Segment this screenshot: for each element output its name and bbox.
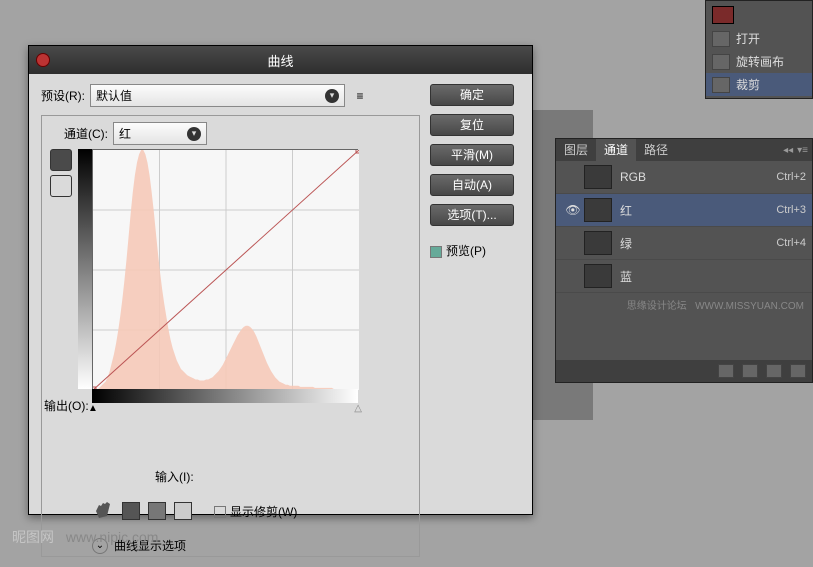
reset-button[interactable]: 复位	[430, 114, 514, 136]
channel-row[interactable]: RGB Ctrl+2	[556, 161, 812, 194]
document-thumbnail	[712, 6, 734, 24]
watermark: 昵图网 www.nipic.com	[12, 527, 158, 547]
watermark-url: www.nipic.com	[66, 529, 159, 545]
channels-panel: 图层 通道 路径 ◂◂ ▾≡ RGB Ctrl+2 👁 红 Ctrl+3 绿 C…	[555, 138, 813, 383]
channel-row[interactable]: 👁 红 Ctrl+3	[556, 194, 812, 227]
dialog-title: 曲线	[267, 51, 293, 70]
channel-thumbnail	[584, 198, 612, 222]
channel-value: 红	[119, 125, 131, 142]
show-clip-label: 显示修剪(W)	[230, 505, 297, 519]
curve-canvas[interactable]	[93, 150, 359, 390]
chevron-down-icon: ▾	[187, 127, 201, 141]
history-item[interactable]: 打开	[706, 27, 812, 50]
history-item[interactable]: 裁剪	[706, 73, 812, 96]
channel-name: 蓝	[620, 268, 806, 285]
history-item[interactable]: 旋转画布	[706, 50, 812, 73]
channel-row[interactable]: 绿 Ctrl+4	[556, 227, 812, 260]
panel-footer	[556, 360, 812, 382]
options-button[interactable]: 选项(T)...	[430, 204, 514, 226]
visibility-toggle[interactable]: 👁	[562, 203, 584, 217]
show-clip-checkbox[interactable]	[214, 506, 226, 518]
history-thumb-row[interactable]	[706, 3, 812, 27]
auto-button[interactable]: 自动(A)	[430, 174, 514, 196]
channel-thumbnail	[584, 165, 612, 189]
input-label: 输入(I):	[155, 468, 194, 485]
history-label: 打开	[736, 30, 760, 47]
channel-label: 通道(C):	[64, 125, 108, 142]
collapse-icon[interactable]: ◂◂	[783, 145, 793, 156]
curves-dialog: 曲线 预设(R): 默认值 ▾ ≡ 通道(C): 红 ▾	[28, 45, 533, 515]
close-button[interactable]	[36, 53, 50, 67]
preview-checkbox[interactable]	[430, 246, 442, 258]
curve-graph[interactable]: ▲ △	[78, 149, 358, 389]
history-label: 旋转画布	[736, 53, 784, 70]
panel-menu-icon[interactable]: ▾≡	[797, 145, 808, 156]
delete-channel-icon[interactable]	[790, 364, 806, 378]
preset-menu-icon[interactable]: ≡	[351, 87, 369, 105]
preset-select[interactable]: 默认值 ▾	[90, 84, 345, 107]
brand-text: 思缘设计论坛 WWW.MISSYUAN.COM	[556, 293, 812, 316]
ok-button[interactable]: 确定	[430, 84, 514, 106]
black-point-handle[interactable]: ▲	[88, 403, 98, 414]
tab-paths[interactable]: 路径	[636, 139, 676, 161]
preview-label: 预览(P)	[446, 244, 486, 258]
black-eyedropper-icon[interactable]	[122, 502, 140, 520]
open-icon	[712, 31, 730, 47]
channel-select[interactable]: 红 ▾	[113, 122, 207, 145]
load-selection-icon[interactable]	[718, 364, 734, 378]
channel-name: 红	[620, 202, 776, 219]
tab-channels[interactable]: 通道	[596, 139, 636, 161]
hand-icon[interactable]	[90, 499, 114, 523]
preset-label: 预设(R):	[41, 87, 85, 104]
preset-value: 默认值	[96, 87, 132, 104]
history-label: 裁剪	[736, 76, 760, 93]
dialog-titlebar[interactable]: 曲线	[29, 46, 532, 74]
tab-layers[interactable]: 图层	[556, 139, 596, 161]
panel-tabs: 图层 通道 路径 ◂◂ ▾≡	[556, 139, 812, 161]
channel-name: RGB	[620, 170, 776, 184]
white-point-handle[interactable]: △	[354, 403, 362, 414]
chevron-down-icon: ▾	[325, 89, 339, 103]
save-selection-icon[interactable]	[742, 364, 758, 378]
smooth-button[interactable]: 平滑(M)	[430, 144, 514, 166]
draw-tools	[50, 149, 72, 389]
new-channel-icon[interactable]	[766, 364, 782, 378]
channel-shortcut: Ctrl+4	[776, 237, 806, 249]
input-slider[interactable]: ▲ △	[92, 403, 358, 413]
channel-shortcut: Ctrl+3	[776, 204, 806, 216]
channel-name: 绿	[620, 235, 776, 252]
crop-icon	[712, 77, 730, 93]
gray-eyedropper-icon[interactable]	[148, 502, 166, 520]
curve-tool-icon[interactable]	[50, 149, 72, 171]
output-gradient	[78, 149, 92, 389]
history-panel: 打开 旋转画布 裁剪	[705, 0, 813, 99]
channel-thumbnail	[584, 264, 612, 288]
channel-thumbnail	[584, 231, 612, 255]
rotate-icon	[712, 54, 730, 70]
channel-row[interactable]: 蓝	[556, 260, 812, 293]
input-gradient	[92, 389, 358, 403]
white-eyedropper-icon[interactable]	[174, 502, 192, 520]
watermark-site: 昵图网	[12, 529, 54, 545]
channel-shortcut: Ctrl+2	[776, 171, 806, 183]
pencil-tool-icon[interactable]	[50, 175, 72, 197]
